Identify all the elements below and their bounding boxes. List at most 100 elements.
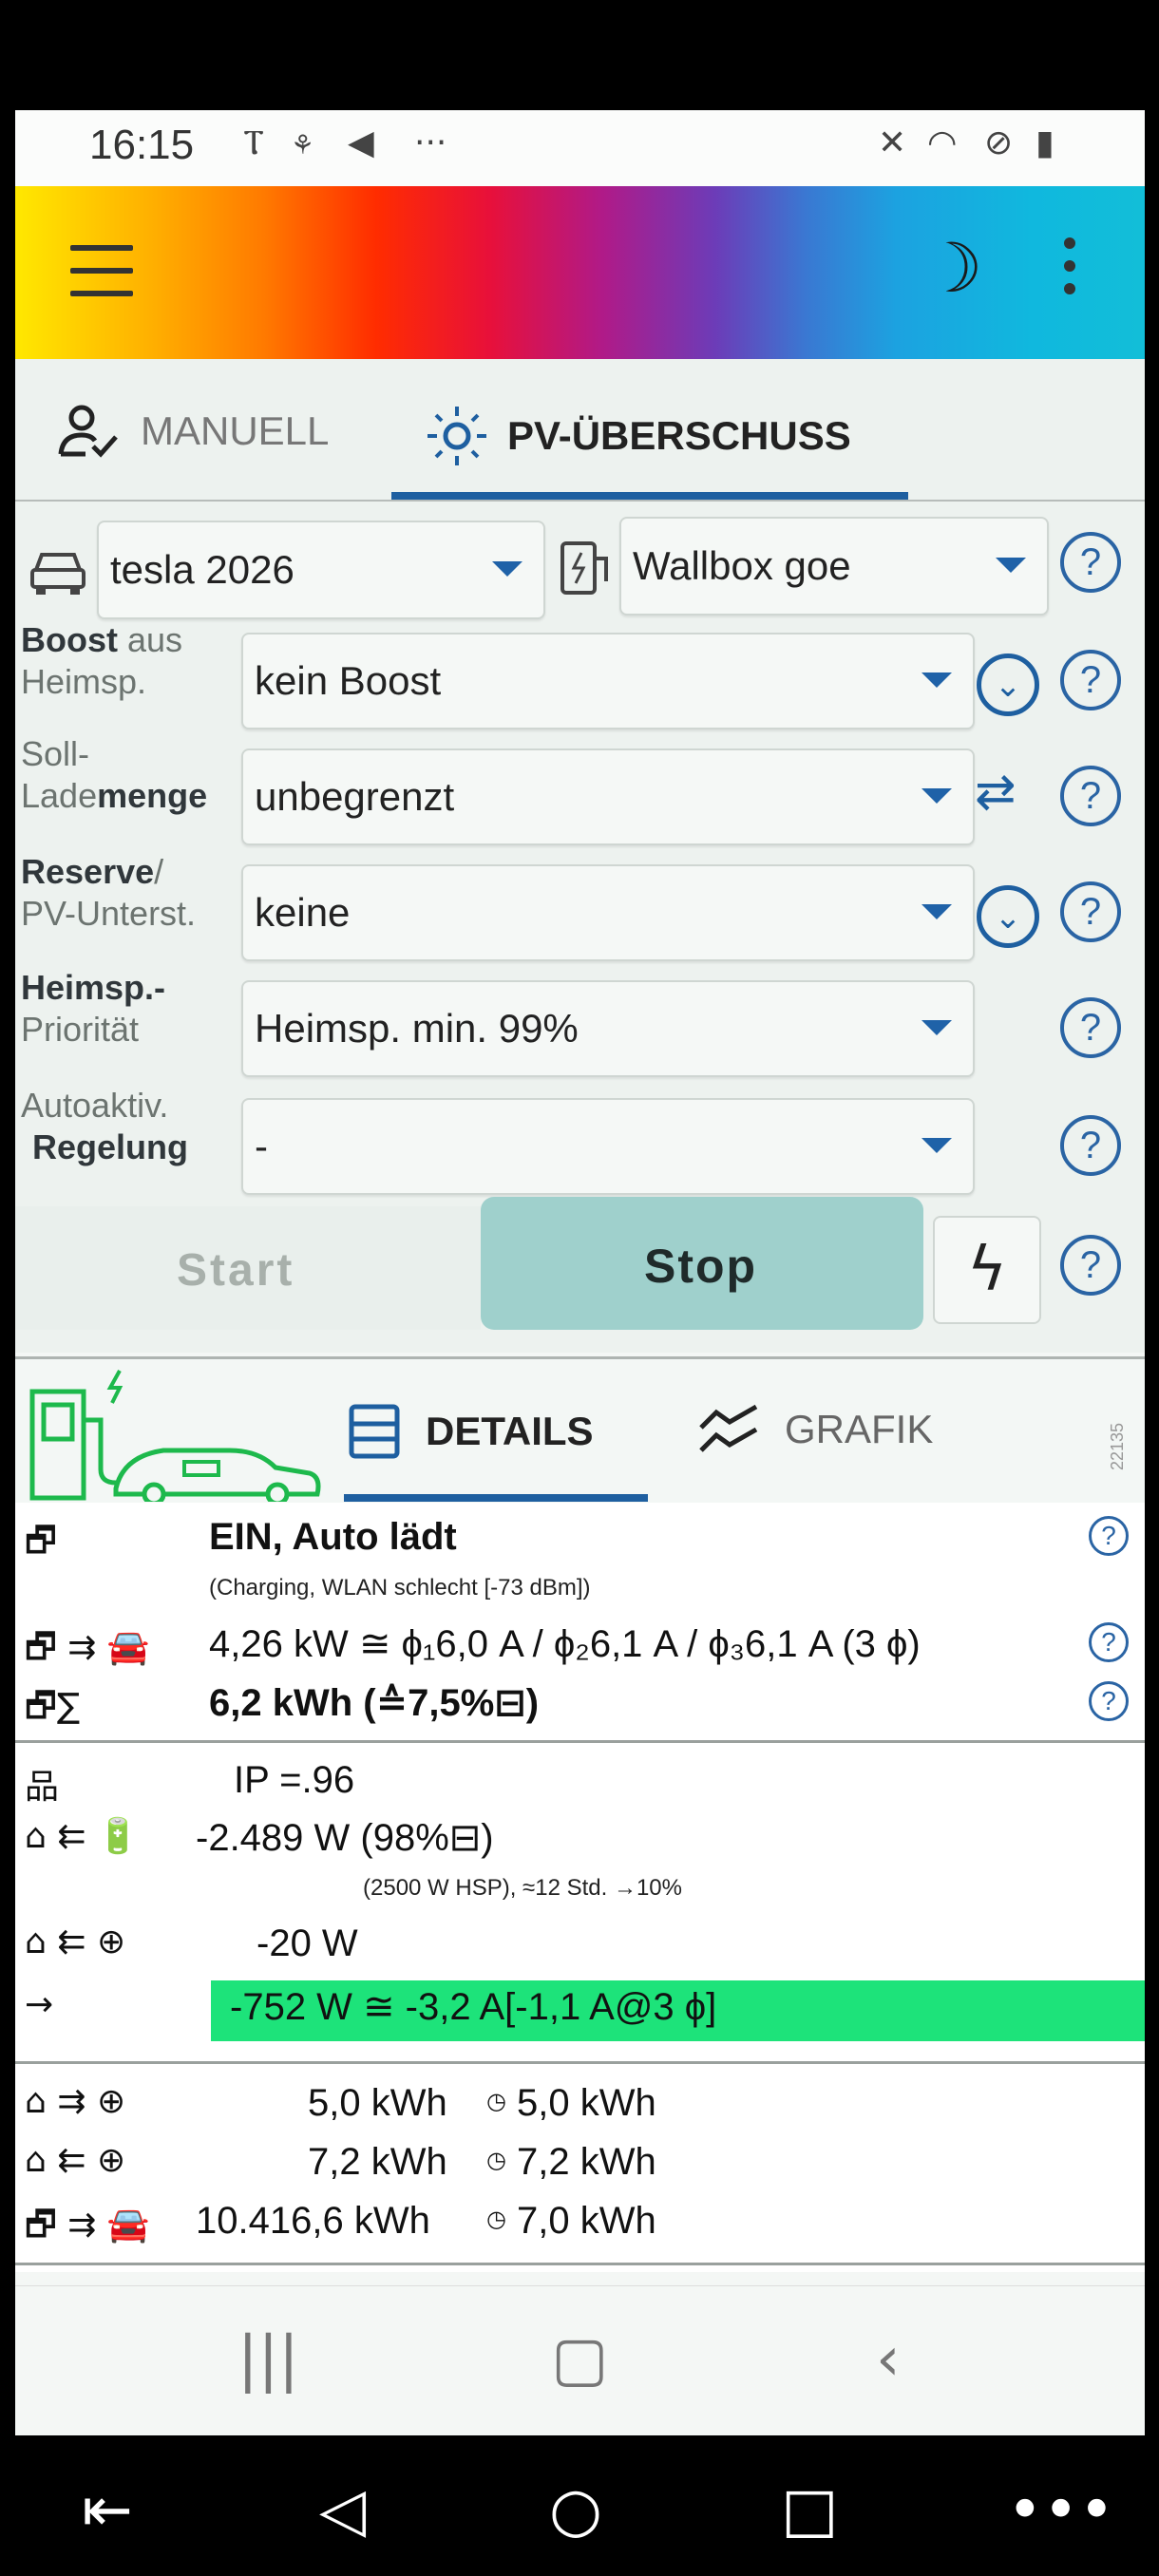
app-navigation-bar: ||| ▢ ‹: [15, 2285, 1145, 2435]
ip-address: IP =.96: [234, 1759, 355, 1801]
help-icon[interactable]: ?: [1060, 766, 1121, 826]
mute-icon: ✕: [878, 123, 907, 162]
back-icon[interactable]: ‹: [876, 2324, 901, 2395]
charged-energy: 6,2 kWh (≙7,5%⊟): [209, 1682, 540, 1724]
tab-pv-ueberschuss[interactable]: PV-ÜBERSCHUSS: [424, 403, 851, 469]
expand-circle-icon[interactable]: ⌄: [977, 653, 1039, 716]
back-triangle-icon[interactable]: ◁: [319, 2475, 366, 2546]
vehicle-dropdown[interactable]: tesla 2026: [97, 521, 545, 619]
mode-tabs: MANUELL PV-ÜBERSCHUSS: [15, 359, 1145, 502]
lightning-icon: ϟ: [966, 1235, 1008, 1305]
exit-icon[interactable]: ⇤: [82, 2475, 133, 2546]
boost-label: Boost aus Heimsp.: [21, 620, 183, 701]
export-energy: 5,0 kWh: [308, 2082, 447, 2124]
status-bar: 16:15 Ⲧ ⚘ ◀ ··· ✕ ◠ ⊘ ▮: [15, 110, 1145, 186]
app-header: ☽: [15, 186, 1145, 359]
battery-power: -2.489 W (98%⊟): [196, 1817, 494, 1859]
tab-details-label: DETAILS: [426, 1409, 594, 1453]
chevron-down-icon: [492, 561, 522, 577]
help-icon[interactable]: ?: [1089, 1681, 1129, 1721]
overview-square-icon[interactable]: □: [781, 2475, 838, 2546]
start-button[interactable]: Start: [15, 1206, 481, 1330]
regelung-value: -: [255, 1124, 268, 1168]
more-icon[interactable]: •••: [1007, 2475, 1114, 2546]
regelung-dropdown[interactable]: -: [241, 1098, 975, 1195]
car-icon: [30, 553, 86, 595]
dnd-icon: ⊘: [984, 123, 1014, 162]
reserve-label: Reserve/ PV-Unterst.: [21, 852, 197, 933]
wallbox-dropdown[interactable]: Wallbox goe: [619, 517, 1049, 616]
wifi-icon: ◠: [927, 123, 958, 162]
tab-details[interactable]: DETAILS: [348, 1403, 594, 1460]
tab-indicator: [391, 492, 908, 500]
total-charged-energy: 10.416,6 kWh: [196, 2200, 430, 2242]
surplus-power: -752 W ≅ -3,2 A[-1,1 A@3 ϕ]: [230, 1986, 717, 2028]
grid-power: -20 W: [256, 1923, 358, 1964]
help-icon[interactable]: ?: [1060, 1115, 1121, 1176]
boost-dropdown[interactable]: kein Boost: [241, 633, 975, 729]
chart-icon: [699, 1404, 758, 1452]
arrow-icon: →: [25, 1985, 54, 2024]
reserve-dropdown[interactable]: keine: [241, 864, 975, 961]
help-icon[interactable]: ?: [1060, 1235, 1121, 1296]
battery-icon: ▮: [1036, 123, 1054, 162]
list-icon: [349, 1404, 400, 1459]
help-icon[interactable]: ?: [1060, 881, 1121, 942]
detail-tabs: DETAILS GRAFIK: [15, 1356, 1145, 1506]
wallbox-icon: [560, 541, 608, 595]
reserve-value: keine: [255, 890, 351, 935]
person-check-icon: [58, 405, 118, 458]
status-time: 16:15: [89, 122, 195, 168]
clock-icon: ◷: [486, 2088, 506, 2114]
tab-pv-label: PV-ÜBERSCHUSS: [507, 413, 851, 458]
wallbox-value: Wallbox goe: [633, 543, 851, 588]
prioritaet-value: Heimsp. min. 99%: [255, 1006, 579, 1051]
help-icon[interactable]: ?: [1089, 1622, 1129, 1662]
house-battery-icon: ⌂ ⇇ 🔋: [25, 1817, 140, 1856]
flash-button[interactable]: ϟ: [933, 1216, 1041, 1324]
home-circle-icon[interactable]: ○: [549, 2475, 602, 2546]
expand-circle-icon[interactable]: ⌄: [977, 885, 1039, 948]
send-icon: ◀: [348, 123, 374, 162]
chevron-down-icon: [922, 788, 952, 804]
recents-icon[interactable]: |||: [238, 2324, 299, 2395]
chevron-down-icon: [922, 672, 952, 688]
tab-manuell[interactable]: MANUELL: [57, 403, 329, 460]
lademenge-dropdown[interactable]: unbegrenzt: [241, 748, 975, 845]
swap-arrows-icon[interactable]: ⇄: [975, 764, 1016, 821]
lademenge-value: unbegrenzt: [255, 774, 455, 819]
tab-grafik[interactable]: GRAFIK: [697, 1403, 933, 1456]
antenna-icon: Ⲧ: [243, 123, 265, 162]
charging-power: 4,26 kW ≅ ϕ₁6,0 A / ϕ₂6,1 A / ϕ₃6,1 A (3…: [209, 1623, 921, 1665]
tab-grafik-label: GRAFIK: [785, 1407, 934, 1451]
wallbox-to-car-icon: 🗗 ⇉ 🚘: [25, 1628, 150, 1667]
import-today: 7,2 kWh: [517, 2141, 656, 2183]
start-label: Start: [177, 1245, 295, 1296]
boost-value: kein Boost: [255, 658, 442, 703]
battery-subtitle: (2500 W HSP), ≈12 Std. →10%: [363, 1875, 682, 1901]
help-icon[interactable]: ?: [1060, 997, 1121, 1058]
moon-icon[interactable]: ☽: [922, 228, 983, 308]
tab-manuell-label: MANUELL: [141, 408, 330, 453]
help-icon[interactable]: ?: [1060, 650, 1121, 710]
kebab-icon[interactable]: [1064, 237, 1075, 306]
prioritaet-dropdown[interactable]: Heimsp. min. 99%: [241, 980, 975, 1077]
house-export-icon: ⌂ ⇉ ⊕: [25, 2082, 126, 2121]
chevron-down-icon: [996, 558, 1026, 573]
autoaktiv-label: Autoaktiv. Regelung: [21, 1086, 189, 1166]
chevron-down-icon: [922, 904, 952, 919]
phone-screen: 16:15 Ⲧ ⚘ ◀ ··· ✕ ◠ ⊘ ▮ ☽ MANUELL PV-ÜBE…: [15, 110, 1145, 2435]
tab-indicator: [344, 1494, 648, 1502]
home-icon[interactable]: ▢: [551, 2324, 608, 2395]
details-content: 🗗 EIN, Auto lädt ? (Charging, WLAN schle…: [15, 1503, 1145, 2272]
divider: [15, 1740, 1145, 1743]
help-icon[interactable]: ?: [1060, 532, 1121, 593]
hamburger-icon[interactable]: [70, 245, 133, 298]
chevron-down-icon: [922, 1020, 952, 1035]
status-subtitle: (Charging, WLAN schlecht [-73 dBm]): [209, 1575, 591, 1601]
import-energy: 7,2 kWh: [308, 2141, 447, 2183]
stop-button[interactable]: Stop: [481, 1197, 923, 1330]
charged-today: 7,0 kWh: [517, 2200, 656, 2242]
help-icon[interactable]: ?: [1089, 1516, 1129, 1556]
wallbox-sum-icon: 🗗∑: [25, 1687, 81, 1726]
